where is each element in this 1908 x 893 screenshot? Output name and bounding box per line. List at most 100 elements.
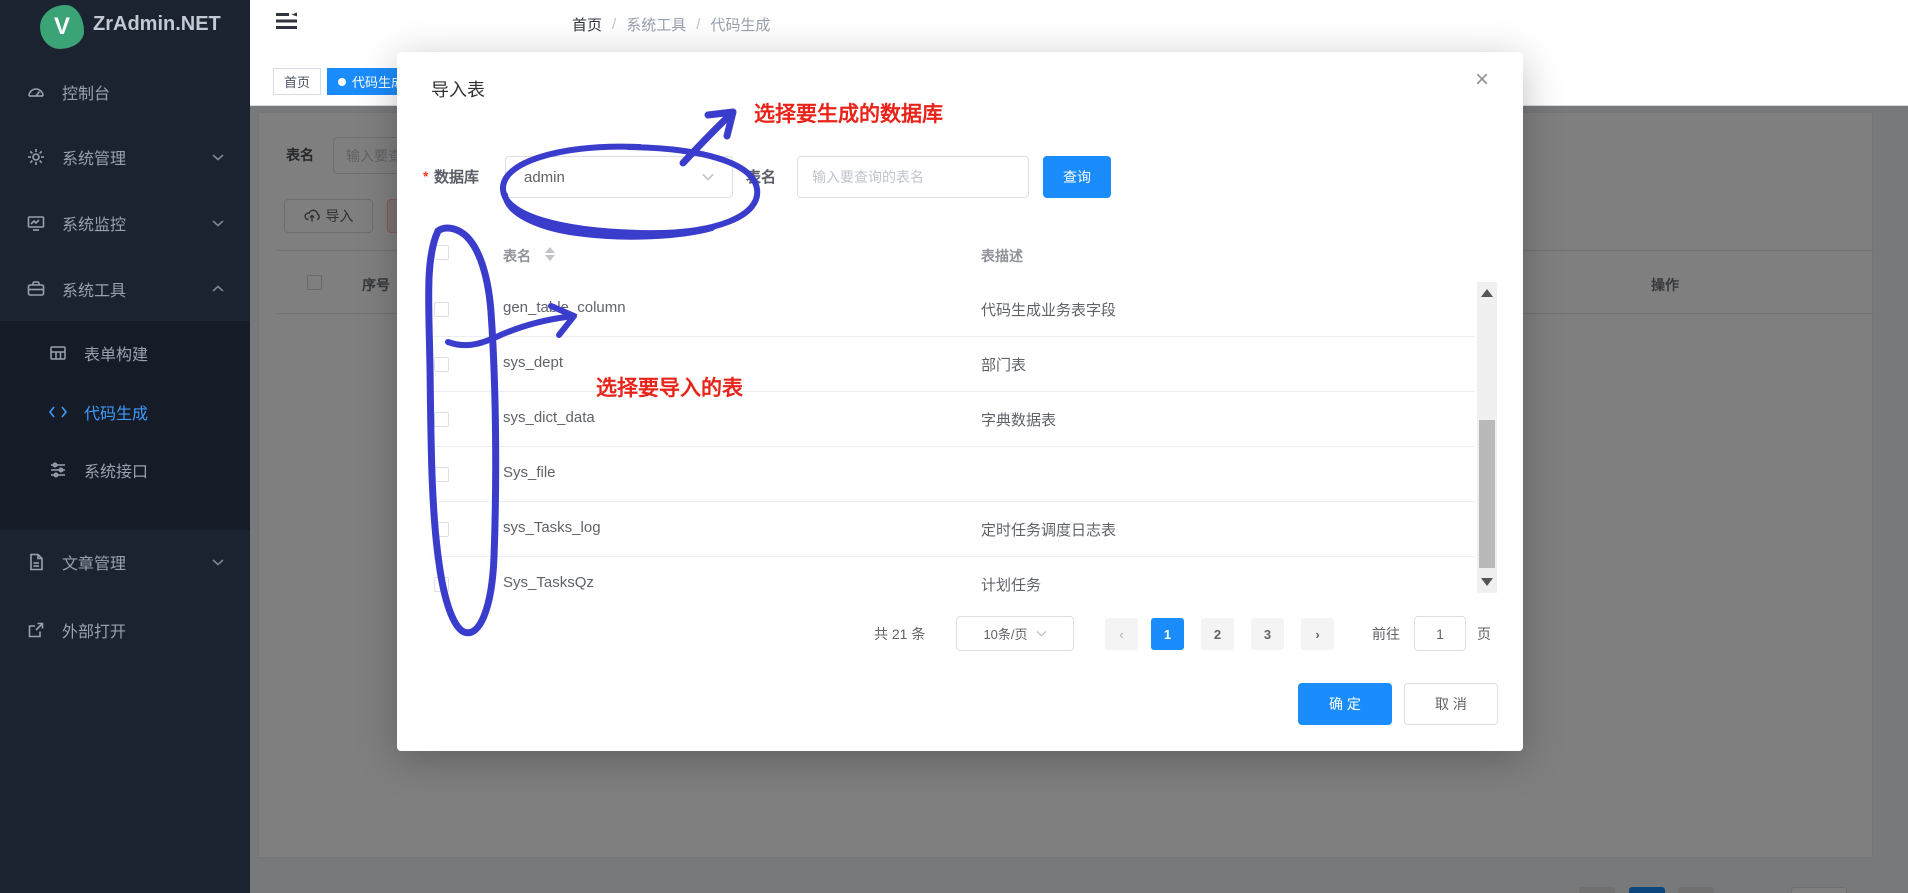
sidebar-item-label: 表单构建 [84,347,149,364]
pagination-page-1[interactable]: 1 [1151,618,1184,650]
sidebar-item-article-manage[interactable]: 文章管理 [0,542,250,582]
code-icon [48,402,68,422]
top-navbar: 首页 / 系统工具 / 代码生成 TT [250,0,1908,56]
document-icon [26,552,46,572]
sidebar: V ZrAdmin.NET 控制台 系统管理 系统监控 系统工具 表单构建 代码… [0,0,250,893]
confirm-button[interactable]: 确 定 [1298,683,1392,725]
monitor-icon [26,213,46,233]
chevron-up-icon [212,280,224,298]
sidebar-item-label: 系统接口 [84,464,149,481]
toolbox-icon [26,279,46,299]
pagination-next-button[interactable]: › [1301,618,1334,650]
app-window: V ZrAdmin.NET 控制台 系统管理 系统监控 系统工具 表单构建 代码… [0,0,1908,893]
chevron-down-icon [212,553,224,571]
page-size-select[interactable]: 10条/页 [956,616,1074,651]
breadcrumb-code-generation[interactable]: 代码生成 [710,14,770,35]
breadcrumb-separator: / [612,16,617,33]
page-size-value: 10条/页 [983,627,1028,642]
table-row[interactable]: Sys_file [431,447,1475,502]
sidebar-item-external-open[interactable]: 外部打开 [0,610,250,650]
sidebar-subitem-system-api[interactable]: 系统接口 [0,450,250,490]
tab-label: 首页 [284,75,311,90]
dialog-table-header: 表名 表描述 [431,232,1493,282]
sidebar-item-label: 系统管理 [62,151,127,168]
column-table-description: 表描述 [981,248,1023,264]
app-logo-icon: V [40,5,84,49]
database-label: 数据库 [434,169,480,186]
cell-table-description: 部门表 [981,357,1027,374]
dashboard-icon [26,82,46,102]
dialog-title: 导入表 [431,80,485,100]
query-button[interactable]: 查询 [1043,156,1111,198]
form-grid-icon [48,343,68,363]
cell-table-name: Sys_file [503,464,556,481]
breadcrumb-home[interactable]: 首页 [572,14,602,35]
dialog-table-body: gen_table_column 代码生成业务表字段 sys_dept 部门表 … [431,282,1493,593]
sidebar-item-label: 外部打开 [62,624,127,641]
breadcrumb-separator: / [696,16,701,33]
select-all-checkbox[interactable] [434,245,449,260]
row-checkbox[interactable] [434,357,449,372]
chevron-down-icon [212,214,224,232]
cell-table-description: 字典数据表 [981,412,1057,429]
pagination-goto-label: 前往 [1372,626,1400,642]
sidebar-item-label: 系统工具 [62,283,127,300]
cell-table-name: Sys_TasksQz [503,574,594,591]
table-row[interactable]: Sys_TasksQz 计划任务 [431,557,1475,593]
cell-table-name: gen_table_column [503,299,626,316]
sidebar-item-dashboard[interactable]: 控制台 [0,72,250,112]
sidebar-item-label: 文章管理 [62,556,127,573]
collapse-menu-icon[interactable] [276,12,298,35]
sidebar-item-label: 代码生成 [84,406,149,423]
row-checkbox[interactable] [434,522,449,537]
pagination-page-3[interactable]: 3 [1251,618,1284,650]
external-link-icon [26,620,46,640]
table-row[interactable]: sys_Tasks_log 定时任务调度日志表 [431,502,1475,557]
table-row[interactable]: gen_table_column 代码生成业务表字段 [431,282,1475,337]
pagination-total: 共 21 条 [874,626,926,642]
chevron-down-icon [702,173,714,181]
row-checkbox[interactable] [434,467,449,482]
chevron-down-icon [1036,630,1046,637]
table-name-label: 表名 [746,169,777,186]
database-select-value: admin [524,168,565,186]
scroll-up-icon[interactable] [1481,289,1493,297]
sidebar-subitem-code-generation[interactable]: 代码生成 [0,392,250,432]
table-row[interactable]: sys_dict_data 字典数据表 [431,392,1475,447]
scroll-down-icon[interactable] [1481,578,1493,586]
sliders-icon [48,460,68,480]
cell-table-description: 计划任务 [981,577,1042,593]
cancel-button[interactable]: 取 消 [1404,683,1498,725]
close-icon[interactable]: × [1475,68,1489,92]
pagination-prev-button[interactable]: ‹ [1105,618,1138,650]
tab-home[interactable]: 首页 [273,68,322,95]
cell-table-name: sys_dict_data [503,409,595,426]
scrollbar-thumb[interactable] [1479,420,1495,568]
sidebar-item-label: 控制台 [62,86,111,103]
row-checkbox[interactable] [434,577,449,592]
cell-table-name: sys_Tasks_log [503,519,601,536]
sidebar-item-system-monitor[interactable]: 系统监控 [0,203,250,243]
import-table-dialog: 导入表 × * 数据库 admin 表名 输入要查询的表名 查询 表名 表描述 … [397,52,1523,751]
required-asterisk: * [423,168,429,184]
app-title: ZrAdmin.NET [93,13,221,35]
chevron-down-icon [212,148,224,166]
sort-icon[interactable] [545,247,555,261]
active-dot-icon [338,77,346,86]
pagination-jump-input[interactable]: 1 [1414,616,1466,651]
table-row[interactable]: sys_dept 部门表 [431,337,1475,392]
sidebar-item-system-tools[interactable]: 系统工具 [0,269,250,309]
row-checkbox[interactable] [434,302,449,317]
database-select[interactable]: admin [505,156,733,198]
sidebar-subitem-form-builder[interactable]: 表单构建 [0,333,250,373]
table-name-input[interactable]: 输入要查询的表名 [797,156,1029,198]
cell-table-name: sys_dept [503,354,564,371]
table-scrollbar[interactable] [1477,282,1497,593]
row-checkbox[interactable] [434,412,449,427]
column-table-name[interactable]: 表名 [503,246,531,266]
sidebar-item-label: 系统监控 [62,217,127,234]
pagination-page-2[interactable]: 2 [1201,618,1234,650]
sidebar-item-system-manage[interactable]: 系统管理 [0,137,250,177]
logo-row[interactable]: V ZrAdmin.NET [0,0,250,56]
breadcrumb-system-tools[interactable]: 系统工具 [626,14,686,35]
